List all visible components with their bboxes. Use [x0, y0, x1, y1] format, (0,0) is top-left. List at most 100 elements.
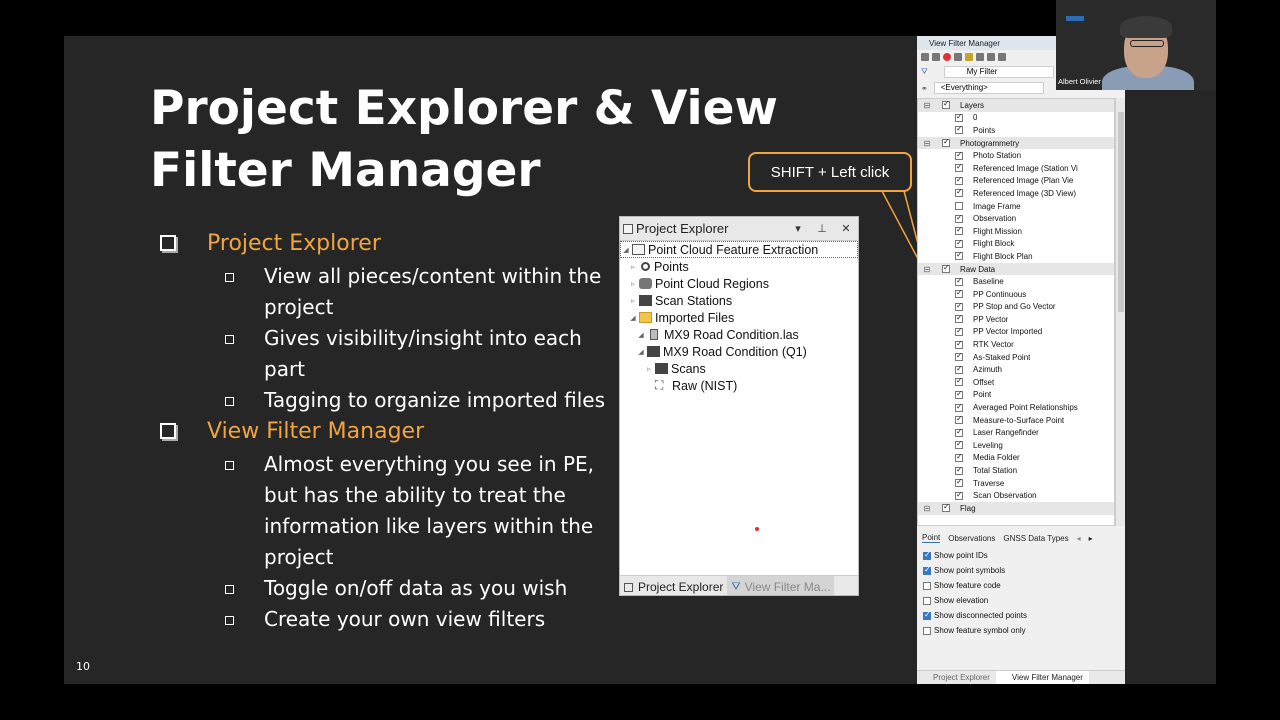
filter-item[interactable]: Flight Block [918, 238, 1114, 251]
close-icon[interactable]: ✕ [834, 222, 858, 235]
filter-item[interactable]: Measure-to-Surface Point [918, 414, 1114, 427]
item-checkbox[interactable] [955, 402, 963, 412]
tree-item[interactable]: ▹ Scan Stations [620, 292, 858, 309]
option-row[interactable]: Show feature code [917, 578, 1125, 593]
tree-expander-icon[interactable]: ◢ [636, 348, 646, 356]
item-checkbox[interactable] [955, 276, 963, 286]
group-checkbox[interactable] [942, 137, 950, 148]
tree-expander-icon[interactable]: ◢ [636, 331, 646, 339]
filter-group[interactable]: ⊟ Flag [918, 502, 1114, 515]
option-row[interactable]: Show disconnected points [917, 608, 1125, 623]
layer-icon[interactable] [965, 53, 973, 61]
tree-expander-icon[interactable]: ▹ [628, 263, 638, 271]
new-filter-icon[interactable] [921, 53, 929, 61]
tree-expander-icon[interactable]: ◢ [621, 246, 631, 254]
filter-item[interactable]: Total Station [918, 464, 1114, 477]
tab-scroll-left-icon[interactable]: ◂ [1077, 534, 1081, 543]
layers-more-icon[interactable] [998, 53, 1006, 61]
filter-group[interactable]: ⊟ Layers [918, 99, 1114, 112]
option-checkbox[interactable] [923, 550, 931, 560]
option-checkbox[interactable] [923, 565, 931, 575]
filter-item[interactable]: Referenced Image (Plan Vie [918, 175, 1114, 188]
filter-item[interactable]: Points [918, 124, 1114, 137]
option-checkbox[interactable] [923, 581, 931, 590]
option-row[interactable]: Show elevation [917, 593, 1125, 608]
filter-group[interactable]: ⊟ Photogrammetry [918, 136, 1114, 150]
filter-item[interactable]: Referenced Image (Station Vi [918, 162, 1114, 175]
item-checkbox[interactable] [955, 490, 963, 500]
tree-item[interactable]: ◢ MX9 Road Condition (Q1) [620, 343, 858, 360]
item-checkbox[interactable] [955, 175, 963, 185]
tab-scroll-right-icon[interactable]: ▸ [1089, 534, 1093, 543]
tree-item[interactable]: ▹ Points [620, 258, 858, 275]
item-checkbox[interactable] [955, 376, 963, 387]
filter-item[interactable]: As-Staked Point [918, 351, 1114, 364]
settings-icon[interactable] [987, 53, 995, 61]
filter-name-field[interactable]: My Filter [943, 66, 1054, 78]
filter-item[interactable]: Offset [918, 376, 1114, 389]
filter-item[interactable]: Flight Mission [918, 225, 1114, 238]
item-checkbox[interactable] [955, 112, 963, 122]
item-checkbox[interactable] [955, 225, 963, 236]
item-checkbox[interactable] [955, 477, 963, 488]
item-checkbox[interactable] [955, 288, 963, 299]
item-checkbox[interactable] [955, 339, 963, 349]
item-checkbox[interactable] [955, 427, 963, 437]
filter-item[interactable]: PP Vector [918, 313, 1114, 326]
filter-item[interactable]: Traverse [918, 477, 1114, 490]
tab-observations[interactable]: Observations [948, 534, 995, 543]
tree-item[interactable]: ◢ Point Cloud Feature Extraction [620, 241, 858, 258]
item-checkbox[interactable] [955, 250, 963, 261]
dropdown-icon[interactable]: ▾ [786, 222, 810, 235]
collapse-icon[interactable]: ⊟ [922, 101, 932, 110]
item-checkbox[interactable] [955, 301, 963, 311]
item-checkbox[interactable] [955, 313, 963, 324]
item-checkbox[interactable] [955, 414, 963, 425]
tree-item[interactable]: ◢ Imported Files [620, 309, 858, 326]
collapse-icon[interactable]: ⊟ [922, 265, 932, 274]
option-row[interactable]: Show point symbols [917, 563, 1125, 578]
option-checkbox[interactable] [923, 626, 931, 635]
tree-expander-icon[interactable]: ◢ [628, 314, 638, 322]
scrollbar-thumb[interactable] [1118, 112, 1124, 312]
tree-item[interactable]: ▹ Point Cloud Regions [620, 275, 858, 292]
tab-gnss-data-types[interactable]: GNSS Data Types [1003, 534, 1068, 543]
tab-project-explorer[interactable]: Project Explorer [620, 576, 727, 595]
item-checkbox[interactable] [955, 351, 963, 362]
group-checkbox[interactable] [942, 99, 950, 110]
item-checkbox[interactable] [955, 439, 963, 450]
filter-item[interactable]: RTK Vector [918, 338, 1114, 351]
pin-icon[interactable]: ⊥ [810, 222, 834, 235]
filter-list-scrollbar[interactable] [1115, 98, 1125, 526]
item-checkbox[interactable] [955, 187, 963, 198]
filter-item[interactable]: Leveling [918, 439, 1114, 452]
option-checkbox[interactable] [923, 610, 931, 620]
tree-item[interactable]: ▹ Scans [620, 360, 858, 377]
filter-item[interactable]: PP Vector Imported [918, 326, 1114, 339]
tab-view-filter-manager[interactable]: ⛛ View Filter Ma... [727, 576, 835, 595]
item-checkbox[interactable] [955, 389, 963, 399]
filter-scope-select[interactable]: <Everything> [933, 82, 1044, 94]
item-checkbox[interactable] [955, 150, 963, 160]
filter-item[interactable]: 0 [918, 112, 1114, 125]
collapse-icon[interactable]: ⊟ [922, 504, 932, 513]
tree-expander-icon[interactable]: ▹ [628, 297, 638, 305]
filter-item[interactable]: Point [918, 389, 1114, 402]
filter-item[interactable]: PP Continuous [918, 288, 1114, 301]
filter-item[interactable]: Image Frame [918, 200, 1114, 213]
move-icon[interactable] [954, 53, 962, 61]
group-checkbox[interactable] [942, 263, 950, 274]
item-checkbox[interactable] [955, 452, 963, 462]
collapse-icon[interactable]: ⊟ [922, 139, 932, 148]
item-checkbox[interactable] [955, 326, 963, 336]
filter-item[interactable]: PP Stop and Go Vector [918, 301, 1114, 314]
option-checkbox[interactable] [923, 596, 931, 605]
bottom-tab-project-explorer[interactable]: Project Explorer [917, 671, 996, 684]
filter-group[interactable]: ⊟ Raw Data [918, 262, 1114, 276]
filter-item[interactable]: Laser Rangefinder [918, 426, 1114, 439]
tree-item[interactable]: ⛶ Raw (NIST) [620, 377, 858, 394]
copy-filter-icon[interactable] [932, 53, 940, 61]
filter-item[interactable]: Baseline [918, 275, 1114, 288]
item-checkbox[interactable] [955, 364, 963, 374]
item-checkbox[interactable] [955, 213, 963, 223]
